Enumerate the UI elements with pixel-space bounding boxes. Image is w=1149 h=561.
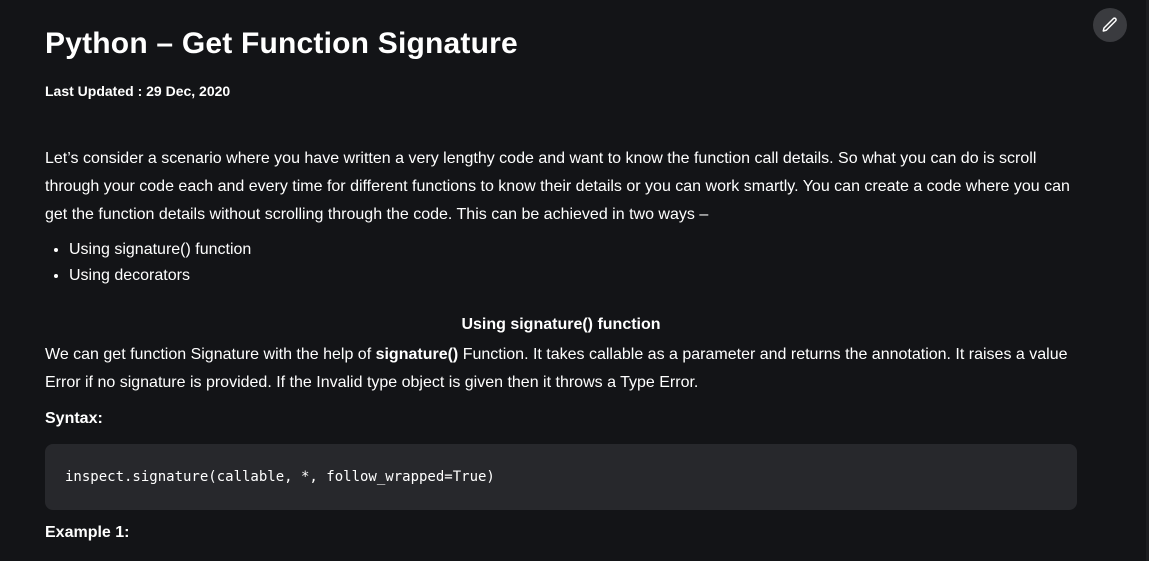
- example-label: Example 1:: [45, 524, 130, 541]
- section-heading: Using signature() function: [461, 316, 661, 333]
- methods-list: Using signature() function Using decorat…: [45, 237, 251, 289]
- para-text-start: We can get function Signature with the h…: [45, 346, 376, 363]
- signature-paragraph: We can get function Signature with the h…: [45, 341, 1077, 397]
- pencil-icon: [1102, 17, 1117, 32]
- syntax-code-block[interactable]: inspect.signature(callable, *, follow_wr…: [45, 444, 1077, 510]
- syntax-code: inspect.signature(callable, *, follow_wr…: [65, 469, 495, 485]
- edit-button[interactable]: [1093, 8, 1127, 42]
- last-updated: Last Updated : 29 Dec, 2020: [45, 83, 231, 99]
- list-item: Using decorators: [69, 263, 251, 289]
- intro-paragraph: Let’s consider a scenario where you have…: [45, 150, 1070, 223]
- page-title: Python – Get Function Signature: [45, 27, 518, 60]
- list-item: Using signature() function: [69, 237, 251, 263]
- para-bold-term: signature(): [375, 346, 459, 363]
- syntax-label: Syntax:: [45, 410, 103, 427]
